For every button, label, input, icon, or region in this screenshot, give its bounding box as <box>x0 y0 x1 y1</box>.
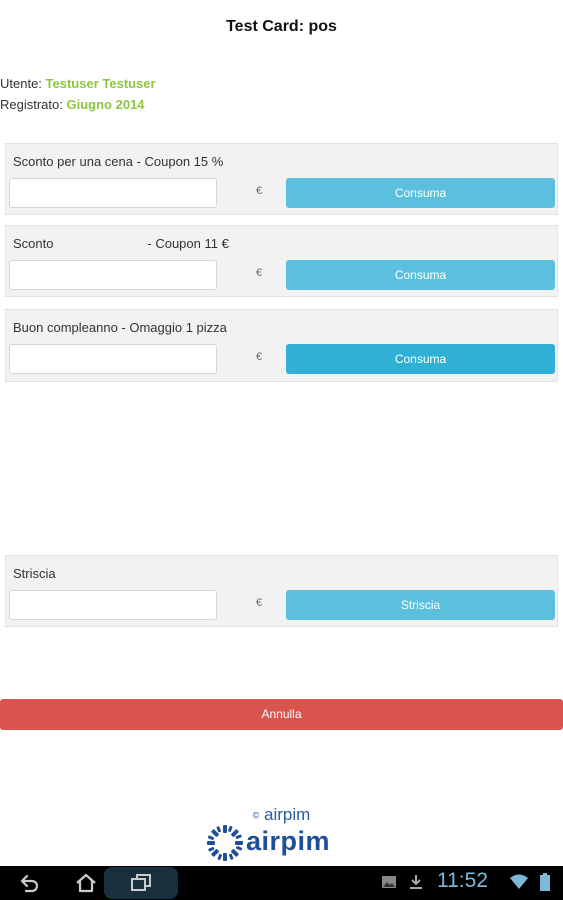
recent-apps-icon[interactable] <box>130 872 152 894</box>
user-name-label: Utente: <box>0 76 42 91</box>
registered-label: Registrato: <box>0 97 63 112</box>
coupon-card: Sconto per una cena - Coupon 15 % € Cons… <box>5 143 558 215</box>
system-nav-bar: 11:52 <box>0 866 563 900</box>
page-title: Test Card: pos <box>226 18 337 35</box>
back-icon[interactable] <box>18 872 40 894</box>
coupon-label: Sconto per una cena - Coupon 15 % <box>13 154 224 169</box>
logo-text: airpim <box>246 826 331 856</box>
coupon-label: Buon compleanno - Omaggio 1 pizza <box>13 320 227 335</box>
currency-label: € <box>256 267 263 279</box>
amount-input[interactable] <box>9 344 217 374</box>
registered-value: Giugno 2014 <box>66 97 145 112</box>
wifi-icon <box>510 874 528 889</box>
coupon-label: Sconto - Coupon 11 € <box>13 236 229 251</box>
currency-label: € <box>256 185 263 197</box>
consume-button[interactable]: Consuma <box>286 344 555 374</box>
swipe-amount-input[interactable] <box>9 590 217 620</box>
gallery-icon <box>382 876 396 888</box>
amount-input[interactable] <box>9 260 217 290</box>
swipe-label: Striscia <box>13 566 56 581</box>
consume-button[interactable]: Consuma <box>286 178 555 208</box>
home-icon[interactable] <box>75 872 97 894</box>
registered-row: Registrato: Giugno 2014 <box>0 97 145 112</box>
consume-button[interactable]: Consuma <box>286 260 555 290</box>
currency-label: € <box>256 597 263 609</box>
sunburst-icon <box>207 825 243 861</box>
currency-label: € <box>256 351 263 363</box>
battery-icon <box>540 873 550 891</box>
user-name-value: Testuser Testuser <box>45 76 156 91</box>
user-name-row: Utente: Testuser Testuser <box>0 76 156 91</box>
cancel-button[interactable]: Annulla <box>0 699 563 730</box>
coupon-card: Sconto - Coupon 11 € € Consuma <box>5 225 558 297</box>
airpim-logo: airpim <box>206 822 346 862</box>
download-icon <box>410 875 422 889</box>
amount-input[interactable] <box>9 178 217 208</box>
copyright-symbol: © <box>252 810 260 821</box>
status-clock: 11:52 <box>437 869 488 892</box>
coupon-card: Buon compleanno - Omaggio 1 pizza € Cons… <box>5 309 558 382</box>
swipe-button[interactable]: Striscia <box>286 590 555 620</box>
swipe-card: Striscia € Striscia <box>5 555 558 627</box>
